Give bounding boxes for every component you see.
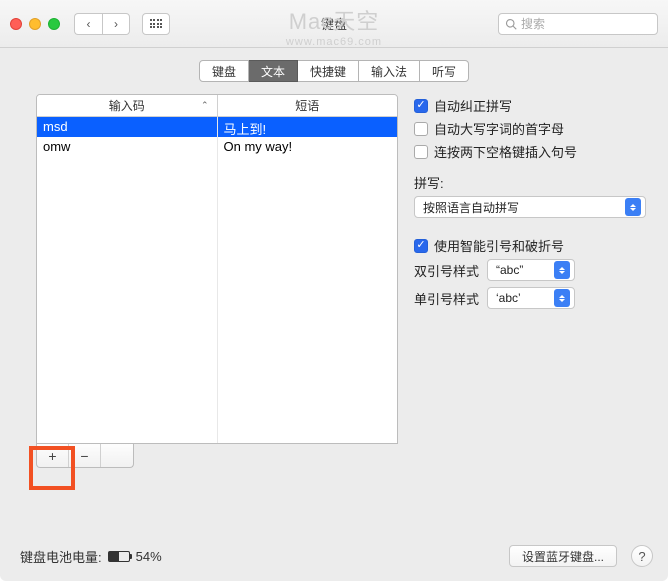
column-replace[interactable]: 输入码 ⌃: [37, 95, 218, 116]
battery-label: 键盘电池电量:: [20, 547, 102, 566]
column-divider: [217, 117, 218, 443]
single-quote-select[interactable]: ‘abc’: [487, 287, 575, 309]
checkbox-icon: [414, 99, 428, 113]
search-field[interactable]: 搜索: [498, 13, 658, 35]
options-panel: 自动纠正拼写 自动大写字词的首字母 连按两下空格键插入句号 拼写: 按照语言自动…: [414, 94, 648, 468]
close-icon[interactable]: [10, 18, 22, 30]
column-with[interactable]: 短语: [218, 95, 398, 116]
table-header: 输入码 ⌃ 短语: [37, 95, 397, 117]
grid-icon: [150, 19, 163, 28]
tab-text[interactable]: 文本: [249, 60, 298, 82]
preferences-window: ‹ › 键盘 搜索 Mac天空 www.mac69.com 键盘 文本 快捷键 …: [0, 0, 668, 581]
replacement-table[interactable]: 输入码 ⌃ 短语 msd 马上到! omw On my way!: [36, 94, 398, 444]
tab-input-sources[interactable]: 输入法: [359, 60, 420, 82]
tab-shortcuts[interactable]: 快捷键: [298, 60, 359, 82]
tab-keyboard[interactable]: 键盘: [199, 60, 249, 82]
help-button[interactable]: ?: [631, 545, 653, 567]
double-quote-select[interactable]: “abc”: [487, 259, 575, 281]
spelling-select[interactable]: 按照语言自动拼写: [414, 196, 646, 218]
footer: 键盘电池电量: 54% 设置蓝牙键盘... ?: [20, 545, 653, 567]
content-area: 输入码 ⌃ 短语 msd 马上到! omw On my way!: [0, 94, 668, 478]
single-quote-label: 单引号样式: [414, 289, 479, 308]
search-placeholder: 搜索: [521, 15, 545, 32]
auto-correct-checkbox[interactable]: 自动纠正拼写: [414, 96, 648, 115]
battery-fill: [109, 552, 120, 561]
window-title: 键盘: [321, 14, 347, 33]
auto-capitalize-checkbox[interactable]: 自动大写字词的首字母: [414, 119, 648, 138]
show-all-button[interactable]: [142, 13, 170, 35]
back-button[interactable]: ‹: [74, 13, 102, 35]
window-controls: [10, 18, 60, 30]
nav-buttons: ‹ ›: [74, 13, 130, 35]
select-arrows-icon: [554, 289, 570, 307]
maximize-icon[interactable]: [48, 18, 60, 30]
add-button[interactable]: +: [37, 444, 69, 467]
tab-bar: 键盘 文本 快捷键 输入法 听写: [0, 48, 668, 94]
select-arrows-icon: [625, 198, 641, 216]
search-icon: [505, 18, 517, 30]
single-quote-row: 单引号样式 ‘abc’: [414, 287, 648, 309]
bluetooth-keyboard-button[interactable]: 设置蓝牙键盘...: [509, 545, 617, 567]
titlebar: ‹ › 键盘 搜索: [0, 0, 668, 48]
spacer: [101, 444, 133, 467]
minimize-icon[interactable]: [29, 18, 41, 30]
spelling-label: 拼写:: [414, 173, 648, 192]
sort-caret-icon: ⌃: [201, 100, 209, 111]
checkbox-icon: [414, 122, 428, 136]
battery-percent: 54%: [136, 549, 162, 564]
remove-button[interactable]: −: [69, 444, 101, 467]
tab-dictation[interactable]: 听写: [420, 60, 469, 82]
text-replacement-panel: 输入码 ⌃ 短语 msd 马上到! omw On my way!: [36, 94, 398, 468]
double-quote-label: 双引号样式: [414, 261, 479, 280]
smart-quotes-checkbox[interactable]: 使用智能引号和破折号: [414, 236, 648, 255]
select-arrows-icon: [554, 261, 570, 279]
double-quote-row: 双引号样式 “abc”: [414, 259, 648, 281]
forward-button[interactable]: ›: [102, 13, 130, 35]
battery-icon: [108, 551, 130, 562]
add-remove-bar: + −: [36, 444, 134, 468]
double-space-checkbox[interactable]: 连按两下空格键插入句号: [414, 142, 648, 161]
checkbox-icon: [414, 145, 428, 159]
checkbox-icon: [414, 239, 428, 253]
